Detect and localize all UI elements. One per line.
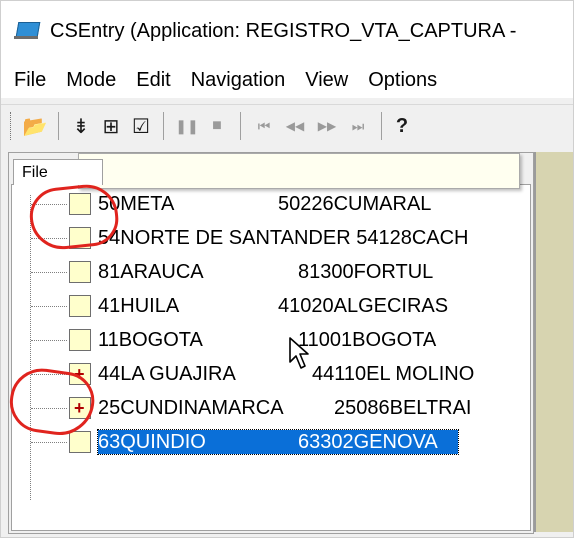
tree-item[interactable]: 81ARAUCA 81300FORTUL [12, 255, 530, 289]
first-field-icon[interactable]: ⏮ [249, 112, 279, 140]
tree-item[interactable]: 11BOGOTA 11001BOGOTA [12, 323, 530, 357]
help-icon[interactable]: ? [390, 112, 414, 140]
insert-case-icon[interactable]: ⊞ [95, 112, 127, 140]
toolbar-grip[interactable] [10, 112, 14, 140]
menu-options[interactable]: Options [368, 69, 437, 92]
window-title: CSEntry (Application: REGISTRO_VTA_CAPTU… [50, 19, 517, 42]
tree-item[interactable]: 41HUILA 41020ALGECIRAS [12, 289, 530, 323]
toolbar-separator [381, 112, 382, 140]
menu-bar: File Mode Edit Navigation View Options [0, 62, 574, 98]
tree-item-selected[interactable]: 63QUINDIO 63302GENOVA [12, 425, 530, 459]
tab-file[interactable]: File [13, 159, 103, 185]
case-icon [69, 431, 91, 453]
stop-icon[interactable]: ■ [202, 112, 232, 140]
last-field-icon[interactable]: ⏭ [343, 112, 373, 140]
toolbar-separator [163, 112, 164, 140]
mouse-cursor-icon [289, 337, 309, 369]
menu-edit[interactable]: Edit [136, 69, 170, 92]
toolbar-separator [58, 112, 59, 140]
tree-item-label[interactable]: 41HUILA 41020ALGECIRAS [98, 294, 448, 318]
next-field-icon[interactable]: ▶▶ [311, 112, 343, 140]
case-icon [69, 329, 91, 351]
previous-field-icon[interactable]: ◀◀ [279, 112, 311, 140]
cspro-window: CSEntry (Application: REGISTRO_VTA_CAPTU… [0, 0, 574, 538]
pause-icon[interactable]: ❚❚ [172, 112, 202, 140]
menu-navigation[interactable]: Navigation [191, 69, 286, 92]
case-icon [69, 261, 91, 283]
toolbar-separator [240, 112, 241, 140]
tree-item-label[interactable]: 25CUNDINAMARCA 25086BELTRAI [98, 396, 472, 420]
title-bar[interactable]: CSEntry (Application: REGISTRO_VTA_CAPTU… [0, 0, 574, 62]
tree-item-label[interactable]: 11BOGOTA 11001BOGOTA [98, 328, 436, 352]
data-entry-pane[interactable] [534, 152, 574, 532]
verify-case-icon[interactable]: ☑ [127, 112, 155, 140]
tree-item-label[interactable]: 63QUINDIO 63302GENOVA [97, 429, 459, 455]
tree-item-label[interactable]: 81ARAUCA 81300FORTUL [98, 260, 433, 284]
case-icon [69, 295, 91, 317]
toolbar: 📂 ⇟ ⊞ ☑ ❚❚ ■ ⏮ ◀◀ ▶▶ ⏭ ? [0, 104, 574, 147]
menu-file[interactable]: File [14, 69, 46, 92]
hover-tooltip [78, 153, 520, 189]
menu-view[interactable]: View [305, 69, 348, 92]
add-case-icon[interactable]: ⇟ [67, 112, 95, 140]
tree-item-label[interactable]: 54NORTE DE SANTANDER 54128CACH [98, 226, 469, 250]
open-folder-icon[interactable]: 📂 [20, 112, 50, 140]
cspro-app-icon [14, 21, 41, 41]
menu-mode[interactable]: Mode [66, 69, 116, 92]
tree-item-label[interactable]: 50META 50226CUMARAL [98, 192, 431, 216]
tree-item-label[interactable]: 44LA GUAJIRA 44110EL MOLINO [98, 362, 474, 386]
